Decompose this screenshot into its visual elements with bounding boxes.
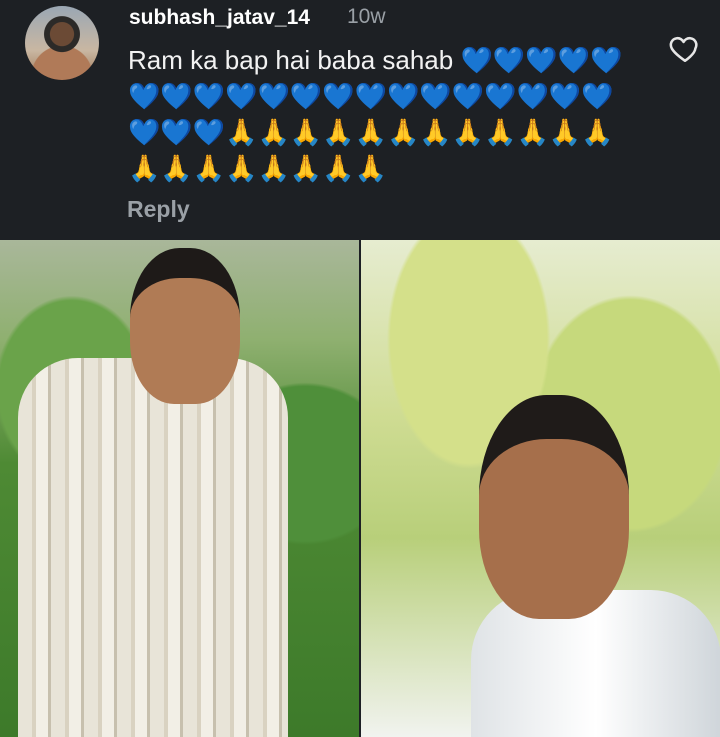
comment-text: Ram ka bap hai baba sahab 💙💙💙💙💙💙💙💙💙💙💙💙💙💙… <box>128 45 623 183</box>
head-left <box>130 248 240 404</box>
comment-time: 10w <box>347 5 386 28</box>
shirt-left <box>18 358 288 737</box>
jacket-right <box>471 590 720 737</box>
photo-grid <box>0 240 720 737</box>
comment-username[interactable]: subhash_jatav_14 <box>129 6 310 30</box>
head-right <box>479 395 629 619</box>
comment: subhash_jatav_14 10w Ram ka bap hai baba… <box>0 0 720 240</box>
photo-right[interactable] <box>361 240 720 737</box>
photo-left[interactable] <box>0 240 359 737</box>
reply-button[interactable]: Reply <box>127 196 190 223</box>
heart-outline-icon[interactable] <box>668 31 702 65</box>
avatar[interactable] <box>25 6 99 80</box>
